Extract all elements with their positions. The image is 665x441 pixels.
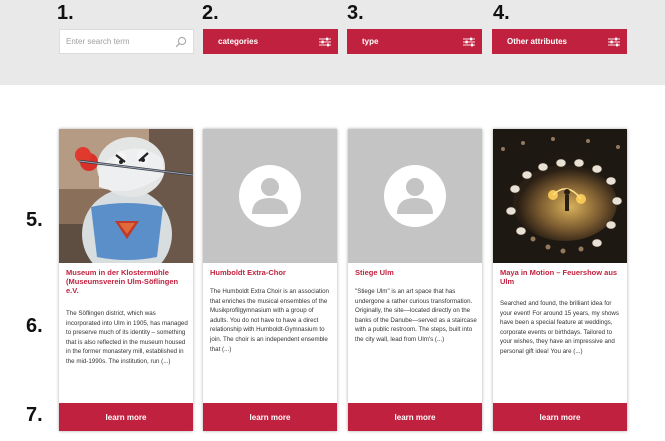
card-description: Searched and found, the brilliant idea f… bbox=[500, 300, 619, 355]
user-placeholder-icon bbox=[239, 165, 301, 227]
fire-show-photo[interactable] bbox=[493, 129, 627, 263]
step-number-2: 2. bbox=[202, 2, 219, 24]
learn-more-button[interactable]: learn more bbox=[59, 403, 193, 431]
listing-card[interactable]: Museum in der Klostermühle (Museumsverei… bbox=[59, 129, 193, 431]
card-title[interactable]: Stiege Ulm bbox=[355, 268, 477, 277]
card-title[interactable]: Humboldt Extra-Chor bbox=[210, 268, 332, 277]
listing-card[interactable]: Humboldt Extra-Chor The Humboldt Extra C… bbox=[203, 129, 337, 431]
categories-filter-label: categories bbox=[218, 37, 259, 46]
other-attributes-filter-button[interactable]: Other attributes bbox=[492, 29, 627, 54]
sliders-icon bbox=[319, 37, 331, 46]
step-number-4: 4. bbox=[493, 2, 510, 24]
type-filter-label: type bbox=[362, 37, 379, 46]
card-title[interactable]: Maya in Motion – Feuershow aus Ulm bbox=[500, 268, 622, 286]
listing-card[interactable]: Maya in Motion – Feuershow aus Ulm Searc… bbox=[493, 129, 627, 431]
listing-card[interactable]: Stiege Ulm "Stiege Ulm" is an art space … bbox=[348, 129, 482, 431]
learn-more-button[interactable]: learn more bbox=[493, 403, 627, 431]
categories-filter-button[interactable]: categories bbox=[203, 29, 338, 54]
other-attributes-filter-label: Other attributes bbox=[507, 37, 568, 46]
sliders-icon bbox=[608, 37, 620, 46]
user-placeholder-image[interactable] bbox=[203, 129, 337, 263]
card-title[interactable]: Museum in der Klostermühle (Museumsverei… bbox=[66, 268, 188, 295]
search-icon[interactable] bbox=[175, 36, 187, 48]
card-description: The Humboldt Extra Choir is an associati… bbox=[210, 288, 329, 353]
sliders-icon bbox=[463, 37, 475, 46]
step-number-6: 6. bbox=[26, 315, 43, 337]
step-number-3: 3. bbox=[347, 2, 364, 24]
search-input[interactable]: Enter search term bbox=[59, 29, 194, 54]
step-number-7: 7. bbox=[26, 404, 43, 426]
card-description: "Stiege Ulm" is an art space that has un… bbox=[355, 288, 477, 343]
search-placeholder: Enter search term bbox=[66, 37, 130, 46]
museum-figure-photo[interactable] bbox=[59, 129, 193, 263]
type-filter-button[interactable]: type bbox=[347, 29, 482, 54]
step-number-5: 5. bbox=[26, 209, 43, 231]
learn-more-button[interactable]: learn more bbox=[348, 403, 482, 431]
learn-more-button[interactable]: learn more bbox=[203, 403, 337, 431]
user-placeholder-image[interactable] bbox=[348, 129, 482, 263]
card-description: The Söflingen district, which was incorp… bbox=[66, 310, 188, 365]
user-placeholder-icon bbox=[384, 165, 446, 227]
step-number-1: 1. bbox=[57, 2, 74, 24]
